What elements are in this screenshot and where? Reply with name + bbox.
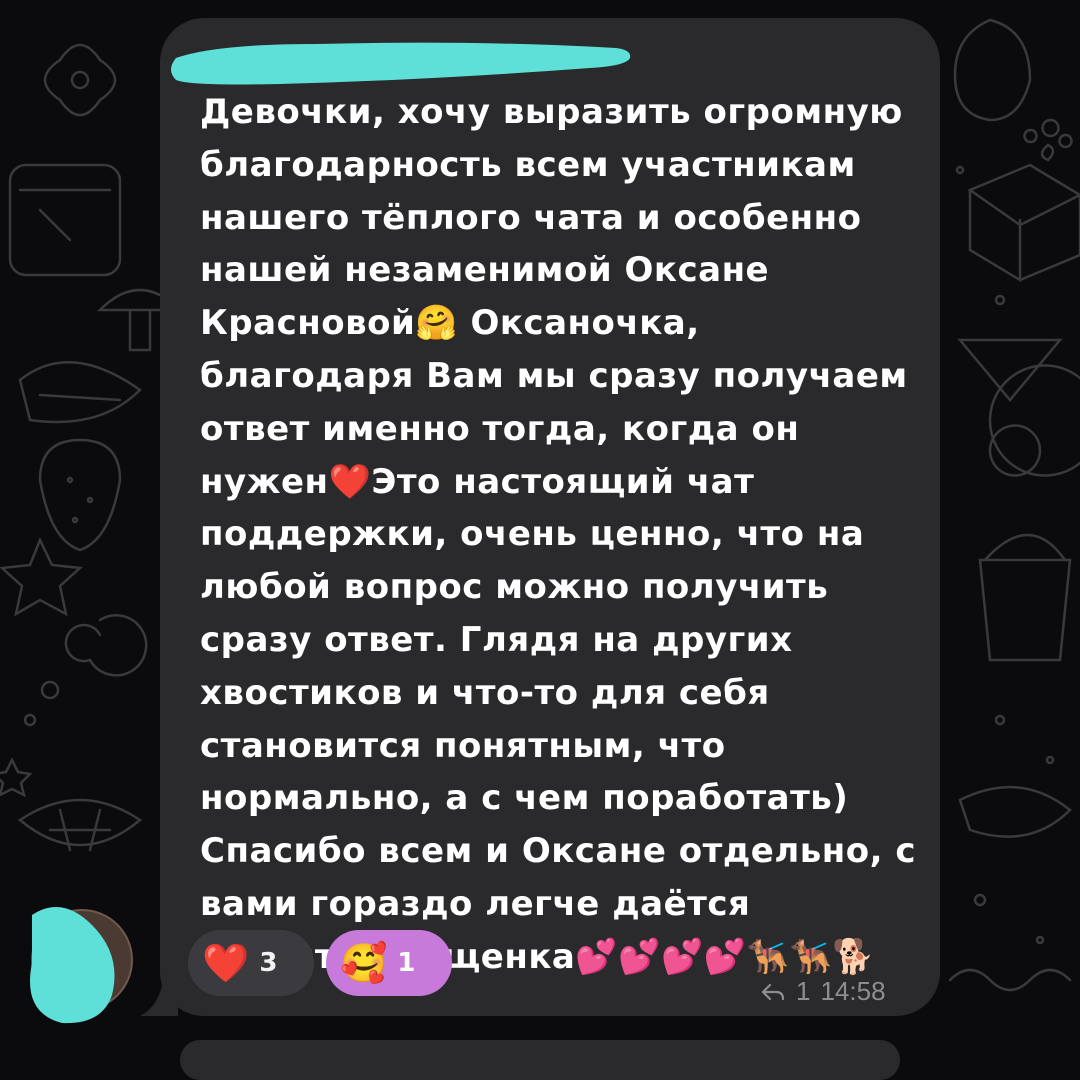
donut-doodle [988, 364, 1080, 477]
message-meta: 1 14:58 [760, 976, 886, 1007]
message-time: 14:58 [820, 976, 886, 1006]
cone-doodle [957, 338, 1063, 402]
turtle-doodle [17, 798, 143, 852]
sender-avatar[interactable] [22, 895, 134, 1025]
star-doodle [0, 757, 33, 798]
message-text: Девочки, хочу выразить огромную благодар… [200, 92, 917, 977]
cube-doodle [967, 163, 1080, 283]
red-heart-icon: ❤️ [202, 941, 250, 985]
pear-doodle [953, 18, 1032, 122]
shell-doodle [18, 361, 142, 424]
squiggle-doodle [948, 968, 1072, 992]
paw-doodle [1023, 118, 1073, 162]
reaction-heart-count: 3 [259, 948, 278, 978]
sender-name-redaction [171, 42, 631, 85]
bucket-doodle [978, 533, 1072, 662]
next-message-bubble[interactable] [180, 1040, 900, 1080]
box-doodle [8, 163, 122, 277]
reply-arrow-icon[interactable] [760, 979, 786, 1005]
spiral-doodle [64, 614, 148, 677]
reactions-row: ❤️ 3 🥰 1 [188, 930, 452, 996]
reply-count[interactable]: 1 [796, 976, 810, 1007]
strawberry-doodle [38, 438, 122, 552]
reaction-heart-button[interactable]: ❤️ 3 [188, 930, 314, 996]
starfish-doodle [0, 536, 83, 617]
reaction-love-count: 1 [397, 948, 416, 978]
shell-doodle-2 [958, 785, 1072, 838]
smiling-face-with-hearts-icon: 🥰 [340, 941, 388, 985]
reaction-love-button[interactable]: 🥰 1 [326, 930, 452, 996]
flower-doodle [43, 43, 117, 117]
